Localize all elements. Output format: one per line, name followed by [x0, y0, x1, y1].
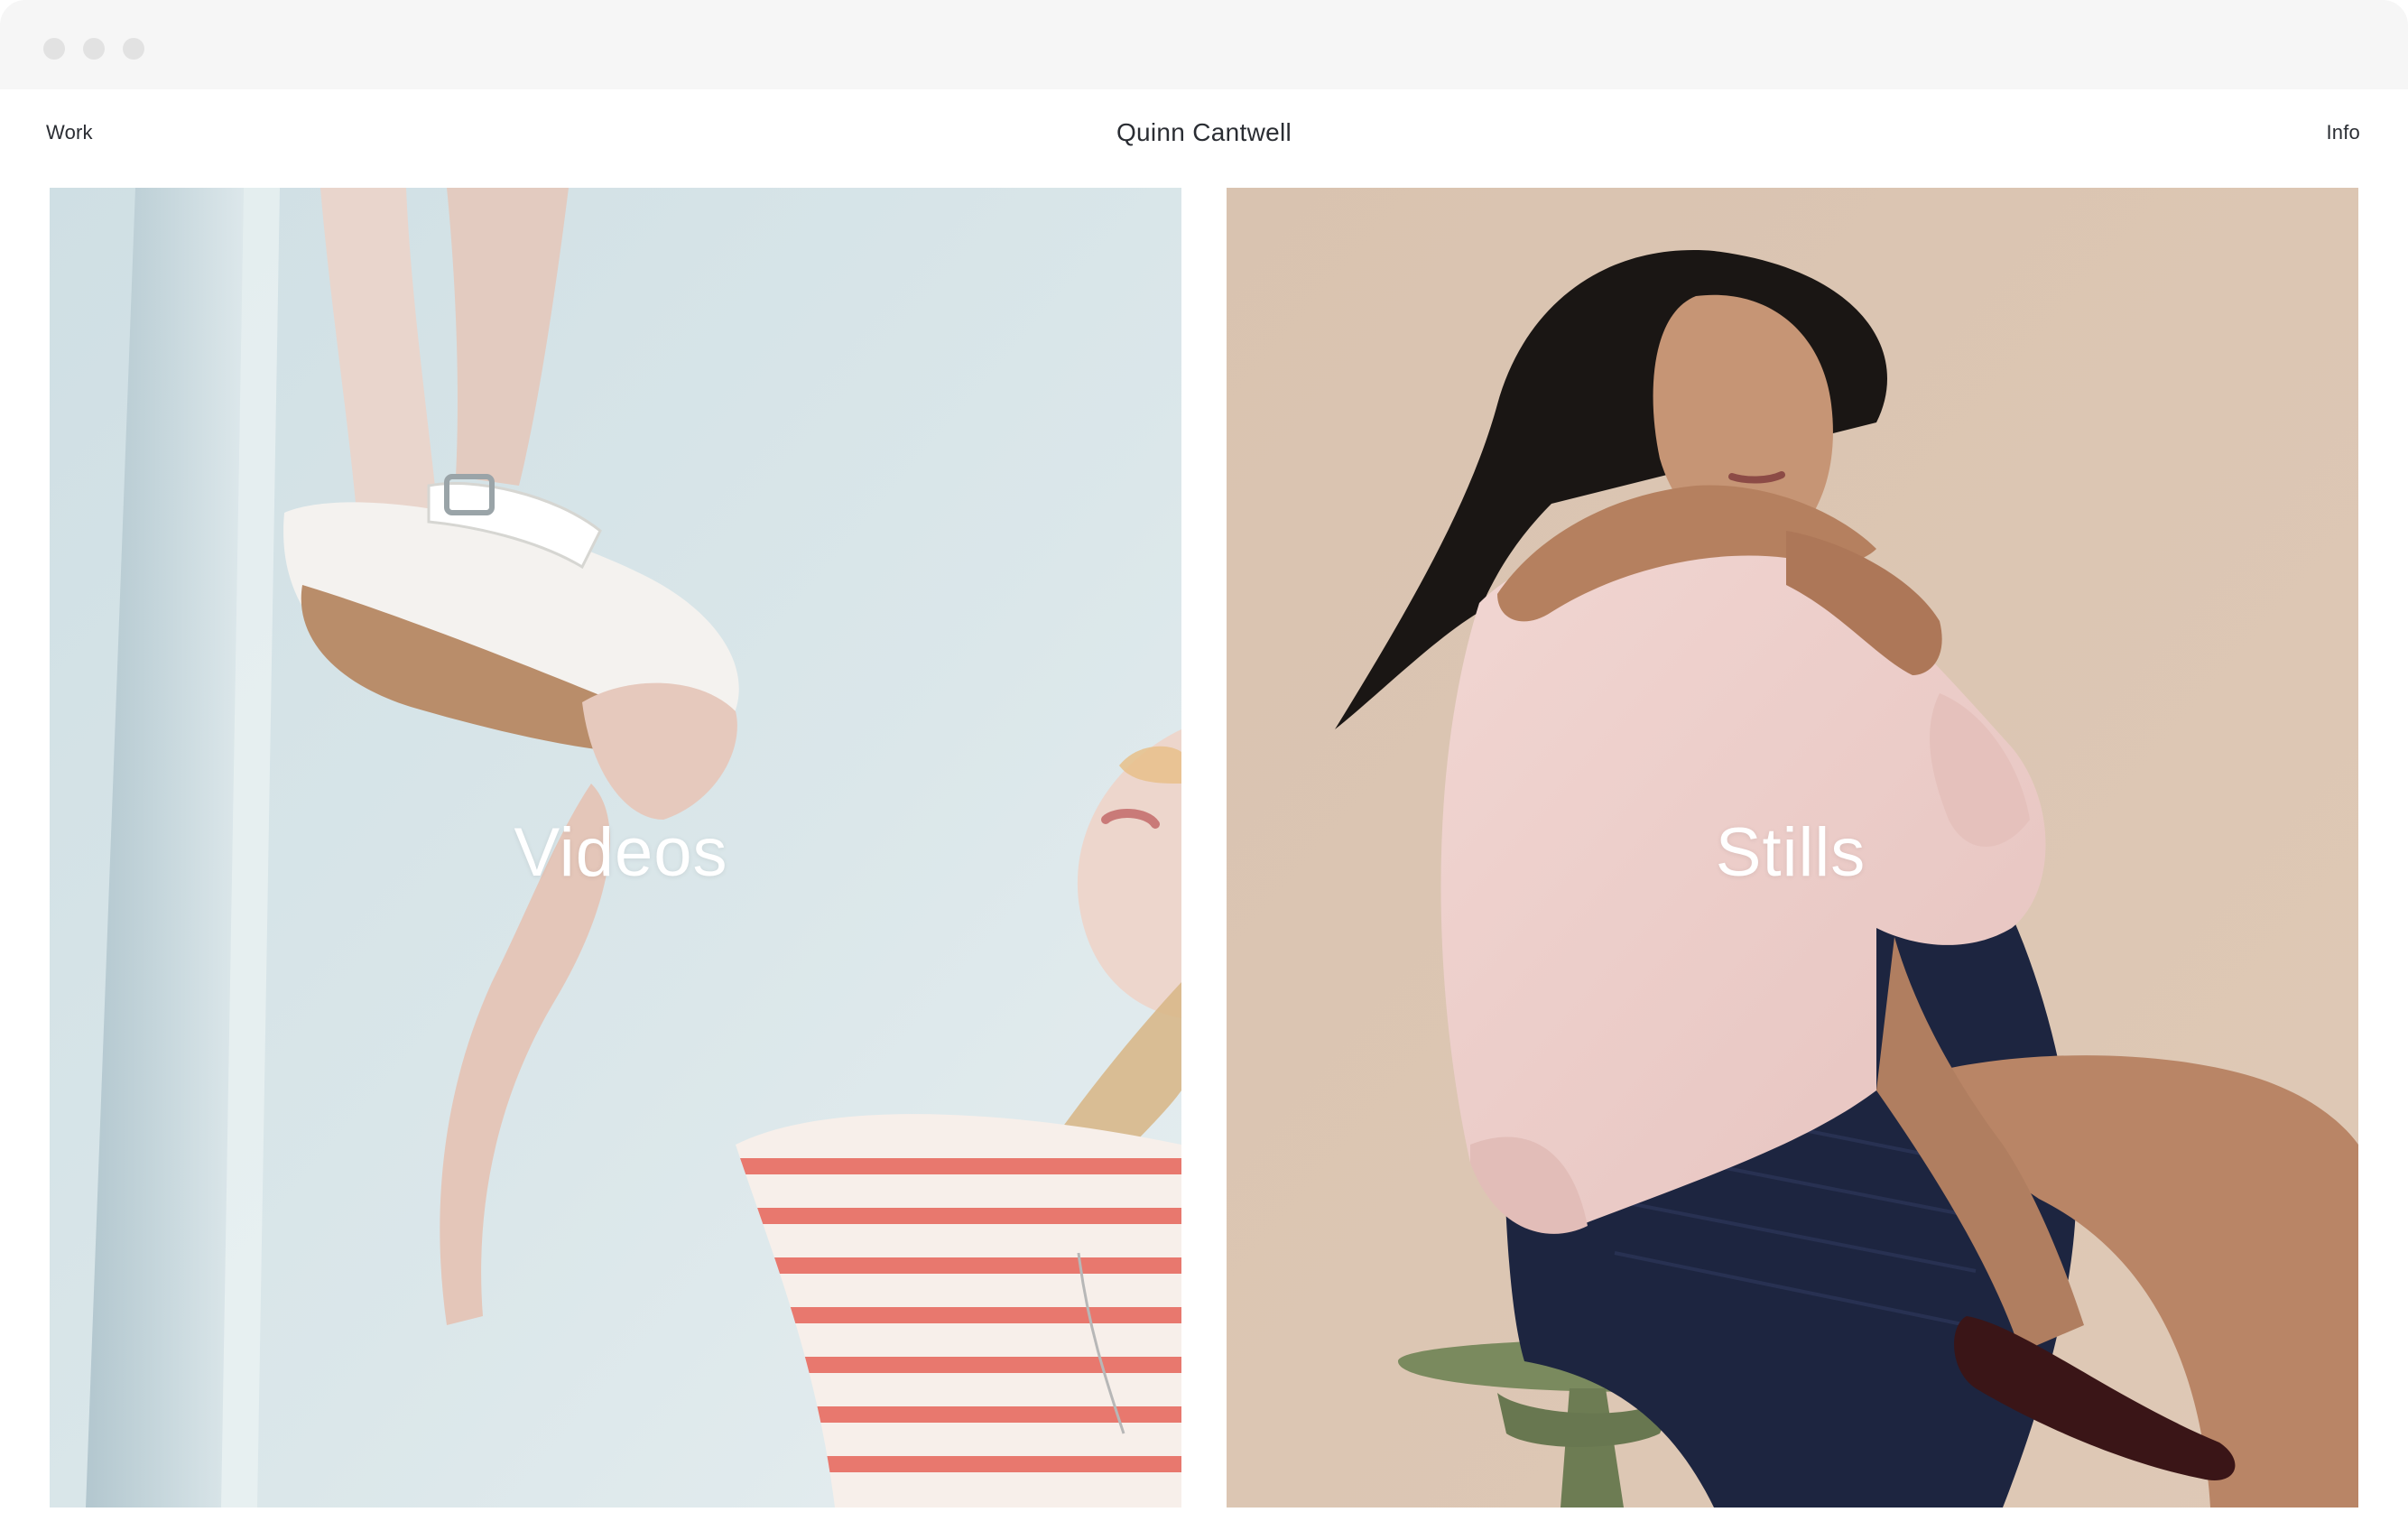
site-title[interactable]: Quinn Cantwell — [0, 118, 2408, 147]
browser-window: Work Quinn Cantwell Info Videos Stills — [0, 0, 2408, 1540]
nav-info-link[interactable]: Info — [2327, 121, 2361, 144]
stills-panel[interactable]: Stills — [1227, 188, 2358, 1508]
videos-label[interactable]: Videos — [50, 813, 1181, 892]
stills-label[interactable]: Stills — [1227, 813, 2358, 892]
close-dot-icon[interactable] — [43, 38, 65, 60]
minimize-dot-icon[interactable] — [83, 38, 105, 60]
browser-titlebar — [0, 0, 2408, 89]
maximize-dot-icon[interactable] — [123, 38, 144, 60]
videos-panel[interactable]: Videos — [50, 188, 1181, 1508]
